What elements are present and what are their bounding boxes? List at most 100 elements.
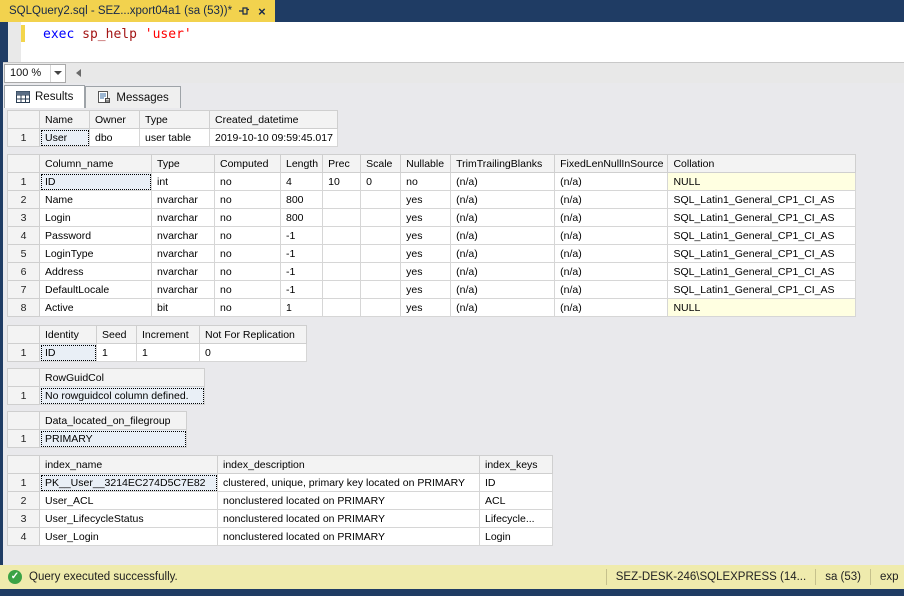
column-header[interactable]: Seed	[97, 326, 137, 344]
grid-cell[interactable]: (n/a)	[451, 227, 555, 245]
grid-cell[interactable]: Name	[40, 191, 152, 209]
column-header[interactable]: Type	[140, 111, 210, 129]
grid-cell[interactable]: nvarchar	[152, 191, 215, 209]
grid-cell[interactable]: dbo	[90, 129, 140, 147]
grid-cell[interactable]: nonclustered located on PRIMARY	[218, 492, 480, 510]
grid-cell[interactable]: (n/a)	[555, 227, 668, 245]
grid-cell[interactable]: ID	[40, 173, 152, 191]
column-header[interactable]: Computed	[215, 155, 281, 173]
grid-cell[interactable]: no	[215, 245, 281, 263]
row-number[interactable]: 1	[8, 344, 40, 362]
grid-cell[interactable]: (n/a)	[451, 281, 555, 299]
column-header[interactable]: Created_datetime	[210, 111, 338, 129]
row-number[interactable]: 6	[8, 263, 40, 281]
grid-cell[interactable]: nvarchar	[152, 227, 215, 245]
editor-text-area[interactable]: exec sp_help 'user'	[25, 22, 904, 62]
grid-cell[interactable]: SQL_Latin1_General_CP1_CI_AS	[668, 191, 856, 209]
grid-cell[interactable]: (n/a)	[451, 173, 555, 191]
column-header[interactable]: Nullable	[401, 155, 451, 173]
grid-cell[interactable]: bit	[152, 299, 215, 317]
grid-cell[interactable]: (n/a)	[555, 173, 668, 191]
grid-cell[interactable]	[323, 263, 361, 281]
grid-cell[interactable]: NULL	[668, 173, 856, 191]
row-number[interactable]: 3	[8, 510, 40, 528]
row-number[interactable]: 1	[8, 387, 40, 405]
grid-cell[interactable]: clustered, unique, primary key located o…	[218, 474, 480, 492]
grid-cell[interactable]: nvarchar	[152, 281, 215, 299]
grid-cell[interactable]	[323, 227, 361, 245]
row-number[interactable]: 7	[8, 281, 40, 299]
grid-cell[interactable]: 1	[281, 299, 323, 317]
grid-cell[interactable]: yes	[401, 191, 451, 209]
column-header[interactable]: Scale	[361, 155, 401, 173]
grid-corner-cell[interactable]	[8, 369, 40, 387]
column-header[interactable]: Length	[281, 155, 323, 173]
column-header[interactable]: Collation	[668, 155, 856, 173]
grid-cell[interactable]: (n/a)	[555, 209, 668, 227]
grid-cell[interactable]: DefaultLocale	[40, 281, 152, 299]
grid-cell[interactable]: Login	[480, 528, 553, 546]
grid-cell[interactable]: User_LifecycleStatus	[40, 510, 218, 528]
grid-cell[interactable]: 800	[281, 209, 323, 227]
grid-cell[interactable]: nonclustered located on PRIMARY	[218, 528, 480, 546]
row-number[interactable]: 1	[8, 430, 40, 448]
row-number[interactable]: 1	[8, 173, 40, 191]
grid-cell[interactable]: PK__User__3214EC274D5C7E82	[40, 474, 218, 492]
grid-cell[interactable]: 1	[97, 344, 137, 362]
grid-cell[interactable]: SQL_Latin1_General_CP1_CI_AS	[668, 281, 856, 299]
grid-cell[interactable]	[323, 191, 361, 209]
row-number[interactable]: 8	[8, 299, 40, 317]
grid-cell[interactable]: (n/a)	[555, 245, 668, 263]
grid-cell[interactable]: nvarchar	[152, 263, 215, 281]
row-number[interactable]: 4	[8, 227, 40, 245]
grid-cell[interactable]: nvarchar	[152, 245, 215, 263]
zoom-dropdown-button[interactable]	[50, 65, 65, 82]
tab-results[interactable]: Results	[4, 85, 85, 108]
grid-cell[interactable]	[323, 245, 361, 263]
grid-cell[interactable]: Address	[40, 263, 152, 281]
grid-cell[interactable]: NULL	[668, 299, 856, 317]
grid-cell[interactable]: -1	[281, 281, 323, 299]
row-number[interactable]: 1	[8, 129, 40, 147]
hscroll-left-arrow-icon[interactable]	[76, 69, 81, 77]
grid-cell[interactable]: int	[152, 173, 215, 191]
grid-cell[interactable]: -1	[281, 227, 323, 245]
grid-cell[interactable]	[361, 191, 401, 209]
grid-cell[interactable]: ACL	[480, 492, 553, 510]
grid-cell[interactable]: ID	[480, 474, 553, 492]
grid-cell[interactable]: User	[40, 129, 90, 147]
grid-cell[interactable]: (n/a)	[555, 299, 668, 317]
grid-cell[interactable]: no	[215, 209, 281, 227]
grid-cell[interactable]: Login	[40, 209, 152, 227]
grid-cell[interactable]: Lifecycle...	[480, 510, 553, 528]
column-header[interactable]: Owner	[90, 111, 140, 129]
grid-cell[interactable]: -1	[281, 263, 323, 281]
column-header[interactable]: Not For Replication	[200, 326, 307, 344]
column-header[interactable]: Column_name	[40, 155, 152, 173]
grid-cell[interactable]: 800	[281, 191, 323, 209]
grid-corner-cell[interactable]	[8, 111, 40, 129]
grid-cell[interactable]	[323, 299, 361, 317]
grid-cell[interactable]: 1	[137, 344, 200, 362]
query-editor[interactable]: exec sp_help 'user'	[3, 22, 904, 62]
grid-cell[interactable]: No rowguidcol column defined.	[40, 387, 205, 405]
grid-cell[interactable]: yes	[401, 209, 451, 227]
document-tab[interactable]: SQLQuery2.sql - SEZ...xport04a1 (sa (53)…	[0, 0, 275, 22]
column-header[interactable]: Type	[152, 155, 215, 173]
grid-cell[interactable]: User_Login	[40, 528, 218, 546]
grid-cell[interactable]: no	[215, 281, 281, 299]
grid-cell[interactable]: (n/a)	[555, 281, 668, 299]
grid-cell[interactable]: Active	[40, 299, 152, 317]
column-header[interactable]: Data_located_on_filegroup	[40, 412, 187, 430]
grid-cell[interactable]	[323, 209, 361, 227]
grid-cell[interactable]: (n/a)	[451, 245, 555, 263]
grid-corner-cell[interactable]	[8, 326, 40, 344]
grid-cell[interactable]: yes	[401, 281, 451, 299]
row-number[interactable]: 5	[8, 245, 40, 263]
grid-corner-cell[interactable]	[8, 155, 40, 173]
column-header[interactable]: Name	[40, 111, 90, 129]
grid-cell[interactable]: SQL_Latin1_General_CP1_CI_AS	[668, 263, 856, 281]
grid-cell[interactable]: yes	[401, 263, 451, 281]
grid-cell[interactable]: User_ACL	[40, 492, 218, 510]
grid-cell[interactable]: user table	[140, 129, 210, 147]
